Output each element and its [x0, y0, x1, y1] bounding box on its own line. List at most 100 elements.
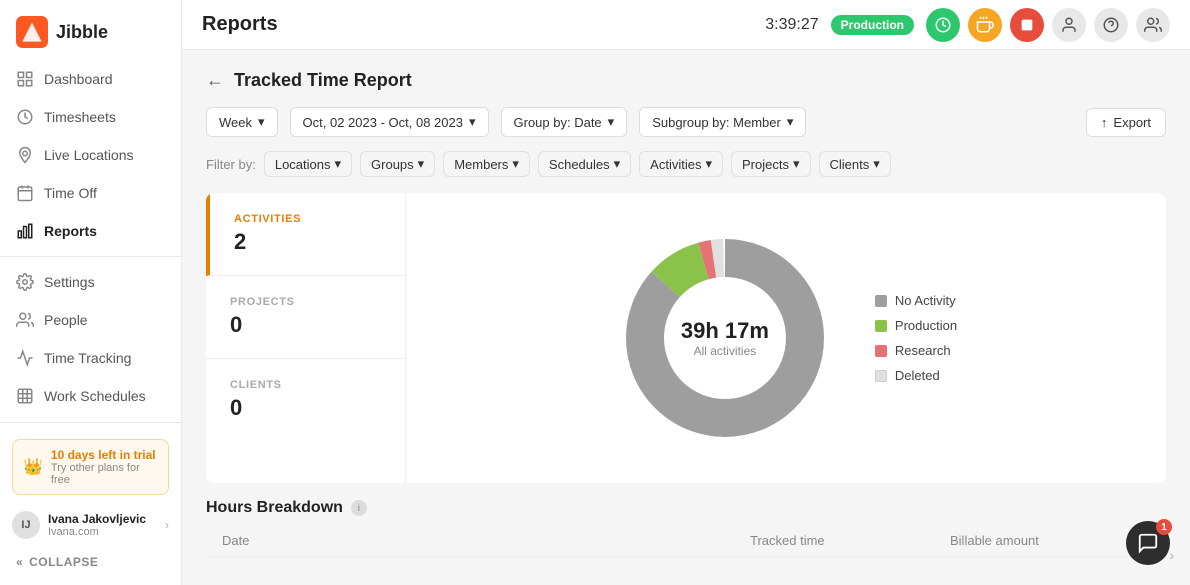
- sidebar-item-label: Live Locations: [44, 147, 134, 163]
- legend-item-production: Production: [875, 318, 957, 333]
- page-header: ← Tracked Time Report: [206, 70, 1166, 91]
- user-email: Ivana.com: [48, 526, 157, 538]
- week-selector[interactable]: Week ▾: [206, 107, 278, 137]
- chevron-down-icon: ▾: [614, 156, 621, 172]
- logo[interactable]: Jibble: [0, 0, 181, 60]
- col-billable-amount: Billable amount: [950, 533, 1150, 548]
- collapse-chevron-icon: «: [16, 555, 23, 569]
- date-range-selector[interactable]: Oct, 02 2023 - Oct, 08 2023 ▾: [290, 107, 489, 137]
- filter-clients[interactable]: Clients ▾: [819, 151, 891, 177]
- trial-banner[interactable]: 👑 10 days left in trial Try other plans …: [12, 439, 169, 495]
- grid-icon: [16, 70, 34, 88]
- clock-icon-header: [934, 16, 952, 34]
- donut-center-value: 39h 17m: [681, 318, 769, 344]
- header-icons: [926, 8, 1170, 42]
- sidebar-bottom: 👑 10 days left in trial Try other plans …: [0, 422, 181, 585]
- settings-icon: [16, 273, 34, 291]
- donut-center-label: All activities: [681, 344, 769, 358]
- legend-item-deleted: Deleted: [875, 368, 957, 383]
- projects-label: PROJECTS: [230, 296, 381, 308]
- sidebar-item-dashboard[interactable]: Dashboard: [0, 60, 181, 98]
- chevron-down-icon: ▾: [608, 114, 615, 130]
- info-icon[interactable]: i: [351, 500, 367, 516]
- filter-projects[interactable]: Projects ▾: [731, 151, 811, 177]
- chevron-down-icon: ▾: [418, 156, 425, 172]
- sidebar-item-timesheets[interactable]: Timesheets: [0, 98, 181, 136]
- collapse-button[interactable]: « COLLAPSE: [0, 547, 181, 577]
- stop-icon: [1019, 17, 1035, 33]
- sidebar-item-time-off-holidays[interactable]: Time Off & Holidays: [0, 415, 181, 422]
- sidebar-item-time-tracking[interactable]: Time Tracking: [0, 339, 181, 377]
- sidebar-item-label: Dashboard: [44, 71, 113, 87]
- logo-text: Jibble: [56, 22, 108, 43]
- chevron-down-icon: ▾: [873, 156, 880, 172]
- admin-button[interactable]: [1136, 8, 1170, 42]
- filter-locations[interactable]: Locations ▾: [264, 151, 352, 177]
- admin-icon: [1144, 16, 1162, 34]
- user-row[interactable]: IJ Ivana Jakovljevic Ivana.com ›: [0, 503, 181, 547]
- export-button[interactable]: ↑ Export: [1086, 108, 1166, 137]
- nav-divider: [0, 256, 181, 257]
- sidebar-item-label: Settings: [44, 274, 95, 290]
- help-button[interactable]: [1094, 8, 1128, 42]
- sidebar: Jibble Dashboard Timesheets Live Locatio…: [0, 0, 182, 585]
- clock-icon: [16, 108, 34, 126]
- chevron-down-icon: ▾: [512, 156, 519, 172]
- header-title: Reports: [202, 13, 753, 36]
- legend-item-research: Research: [875, 343, 957, 358]
- col-tracked-time: Tracked time: [750, 533, 950, 548]
- main-content: Reports 3:39:27 Production: [182, 0, 1190, 585]
- legend-dot-production: [875, 320, 887, 332]
- chat-button[interactable]: 1 ›: [1126, 521, 1170, 565]
- break-button[interactable]: [968, 8, 1002, 42]
- filter-groups[interactable]: Groups ▾: [360, 151, 435, 177]
- filter-schedules[interactable]: Schedules ▾: [538, 151, 631, 177]
- people-icon: [16, 311, 34, 329]
- sidebar-item-label: Time Tracking: [44, 350, 131, 366]
- chevron-down-icon: ▾: [258, 114, 265, 130]
- back-button[interactable]: ←: [206, 70, 224, 91]
- chevron-down-icon: ▾: [793, 156, 800, 172]
- group-by-selector[interactable]: Group by: Date ▾: [501, 107, 628, 137]
- bar-chart-icon: [16, 222, 34, 240]
- chevron-down-icon: ▾: [469, 114, 476, 130]
- chevron-down-icon: ▾: [705, 156, 712, 172]
- subgroup-by-selector[interactable]: Subgroup by: Member ▾: [639, 107, 806, 137]
- sidebar-item-label: Reports: [44, 223, 97, 239]
- coffee-icon: [976, 16, 994, 34]
- chevron-down-icon: ▾: [787, 114, 794, 130]
- sidebar-item-people[interactable]: People: [0, 301, 181, 339]
- user-chevron-icon: ›: [165, 518, 169, 532]
- sidebar-item-time-off[interactable]: Time Off: [0, 174, 181, 212]
- header-time: 3:39:27: [765, 16, 818, 34]
- sidebar-item-live-locations[interactable]: Live Locations: [0, 136, 181, 174]
- sidebar-item-work-schedules[interactable]: Work Schedules: [0, 377, 181, 415]
- stop-button[interactable]: [1010, 8, 1044, 42]
- activities-stat: ACTIVITIES 2: [206, 193, 405, 276]
- user-info: Ivana Jakovljevic Ivana.com: [48, 512, 157, 538]
- table-header: Date Tracked time Billable amount: [206, 525, 1166, 557]
- breakdown-title: Hours Breakdown: [206, 499, 343, 517]
- sidebar-item-settings[interactable]: Settings: [0, 263, 181, 301]
- legend-item-no-activity: No Activity: [875, 293, 957, 308]
- sidebar-item-label: Work Schedules: [44, 388, 146, 404]
- toolbar: Week ▾ Oct, 02 2023 - Oct, 08 2023 ▾ Gro…: [206, 107, 1166, 137]
- filter-activities[interactable]: Activities ▾: [639, 151, 723, 177]
- sidebar-item-label: Timesheets: [44, 109, 116, 125]
- projects-value: 0: [230, 312, 381, 338]
- clients-stat: CLIENTS 0: [206, 359, 405, 441]
- donut-panel: 39h 17m All activities No Activity Produ…: [406, 193, 1166, 483]
- filter-members[interactable]: Members ▾: [443, 151, 530, 177]
- profile-button[interactable]: [1052, 8, 1086, 42]
- chevron-down-icon: ▾: [335, 156, 342, 172]
- user-name: Ivana Jakovljevic: [48, 512, 157, 526]
- user-icon: [1060, 16, 1078, 34]
- clock-in-button[interactable]: [926, 8, 960, 42]
- page-content: ← Tracked Time Report Week ▾ Oct, 02 202…: [182, 50, 1190, 585]
- sidebar-item-reports[interactable]: Reports: [0, 212, 181, 250]
- legend-dot-no-activity: [875, 295, 887, 307]
- production-badge: Production: [831, 15, 914, 35]
- upload-icon: ↑: [1101, 115, 1108, 130]
- trial-sub-text: Try other plans for free: [51, 462, 158, 486]
- activities-value: 2: [234, 229, 381, 255]
